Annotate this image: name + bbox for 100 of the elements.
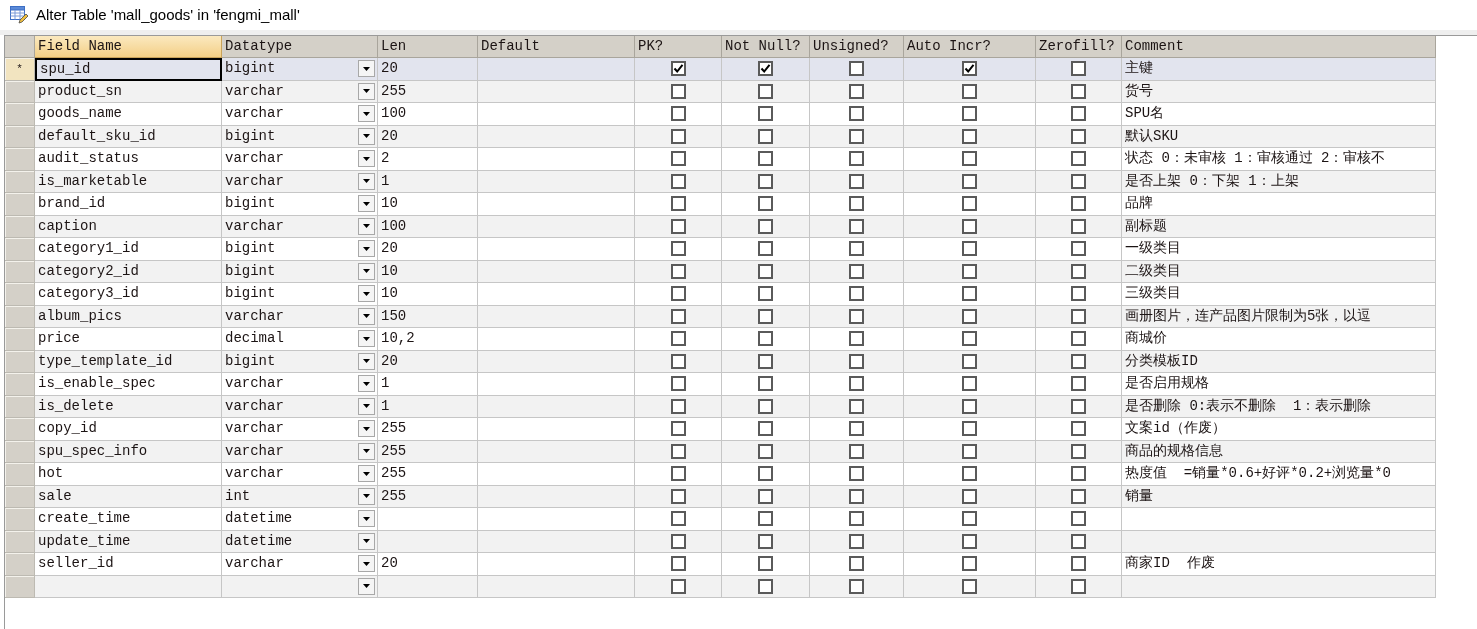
checkbox[interactable] [670,533,686,549]
checkbox[interactable] [670,331,686,347]
checkbox[interactable] [849,196,864,212]
checkbox[interactable] [1071,511,1086,527]
checkbox[interactable] [758,218,773,234]
checkbox[interactable] [962,218,977,234]
checkbox[interactable] [1071,218,1086,234]
checkbox[interactable] [1071,106,1086,122]
checkbox[interactable] [849,556,864,572]
checkbox[interactable] [758,241,773,257]
dropdown-button[interactable] [358,420,375,438]
checkbox[interactable] [1071,173,1086,189]
checkbox[interactable] [849,331,864,347]
checkbox[interactable] [962,556,977,572]
checkbox[interactable] [758,353,773,369]
checkbox[interactable] [670,421,686,437]
column-header[interactable]: Not Null? [722,36,810,58]
checkbox[interactable] [758,173,773,189]
checkbox[interactable] [670,218,686,234]
dropdown-button[interactable] [358,105,375,123]
checkbox[interactable] [758,308,773,324]
checkbox[interactable] [849,241,864,257]
checkbox[interactable] [1071,556,1086,572]
checkbox[interactable] [849,511,864,527]
dropdown-button[interactable] [358,330,375,348]
dropdown-button[interactable] [358,397,375,415]
checkbox[interactable] [670,173,686,189]
checkbox[interactable] [849,353,864,369]
checkbox[interactable] [758,61,773,77]
row-selector[interactable]: * [5,58,35,81]
checkbox[interactable] [849,218,864,234]
checkbox[interactable] [962,443,977,459]
checkbox[interactable] [670,488,686,504]
checkbox[interactable] [1071,286,1086,302]
checkbox[interactable] [849,151,864,167]
checkbox[interactable] [962,421,977,437]
dropdown-button[interactable] [358,532,375,550]
checkbox[interactable] [670,398,686,414]
dropdown-button[interactable] [358,352,375,370]
checkbox[interactable] [1071,353,1086,369]
checkbox[interactable] [1071,466,1086,482]
dropdown-button[interactable] [358,510,375,528]
column-header[interactable]: Field Name [35,36,222,58]
checkbox[interactable] [670,556,686,572]
checkbox[interactable] [670,83,686,99]
checkbox[interactable] [758,556,773,572]
checkbox[interactable] [1071,376,1086,392]
column-header[interactable]: Zerofill? [1036,36,1122,58]
dropdown-button[interactable] [358,150,375,168]
checkbox[interactable] [758,533,773,549]
checkbox[interactable] [670,578,686,594]
checkbox[interactable] [670,106,686,122]
checkbox[interactable] [962,241,977,257]
checkbox[interactable] [962,511,977,527]
checkbox[interactable] [1071,398,1086,414]
checkbox[interactable] [670,196,686,212]
checkbox[interactable] [758,263,773,279]
dropdown-button[interactable] [358,262,375,280]
checkbox[interactable] [670,353,686,369]
column-header[interactable]: Datatype [222,36,378,58]
checkbox[interactable] [962,353,977,369]
checkbox[interactable] [758,466,773,482]
checkbox[interactable] [1071,61,1086,77]
checkbox[interactable] [758,578,773,594]
checkbox[interactable] [849,173,864,189]
dropdown-button[interactable] [358,240,375,258]
checkbox[interactable] [962,308,977,324]
checkbox[interactable] [1071,488,1086,504]
dropdown-button[interactable] [358,60,375,78]
checkbox[interactable] [1071,241,1086,257]
checkbox[interactable] [670,308,686,324]
checkbox[interactable] [962,376,977,392]
checkbox[interactable] [758,443,773,459]
checkbox[interactable] [1071,128,1086,144]
checkbox[interactable] [758,128,773,144]
checkbox[interactable] [849,263,864,279]
checkbox[interactable] [849,578,864,594]
column-header[interactable]: Comment [1122,36,1436,58]
column-header[interactable]: PK? [635,36,722,58]
checkbox[interactable] [849,286,864,302]
checkbox[interactable] [849,308,864,324]
checkbox[interactable] [1071,196,1086,212]
checkbox[interactable] [758,196,773,212]
checkbox[interactable] [758,488,773,504]
checkbox[interactable] [849,443,864,459]
dropdown-button[interactable] [358,577,375,595]
dropdown-button[interactable] [358,375,375,393]
checkbox[interactable] [1071,443,1086,459]
checkbox[interactable] [1071,331,1086,347]
checkbox[interactable] [849,83,864,99]
dropdown-button[interactable] [358,172,375,190]
checkbox[interactable] [962,578,977,594]
checkbox[interactable] [962,533,977,549]
checkbox[interactable] [670,128,686,144]
checkbox[interactable] [962,83,977,99]
checkbox[interactable] [1071,308,1086,324]
checkbox[interactable] [962,151,977,167]
checkbox[interactable] [962,263,977,279]
column-header[interactable]: Unsigned? [810,36,904,58]
checkbox[interactable] [962,488,977,504]
